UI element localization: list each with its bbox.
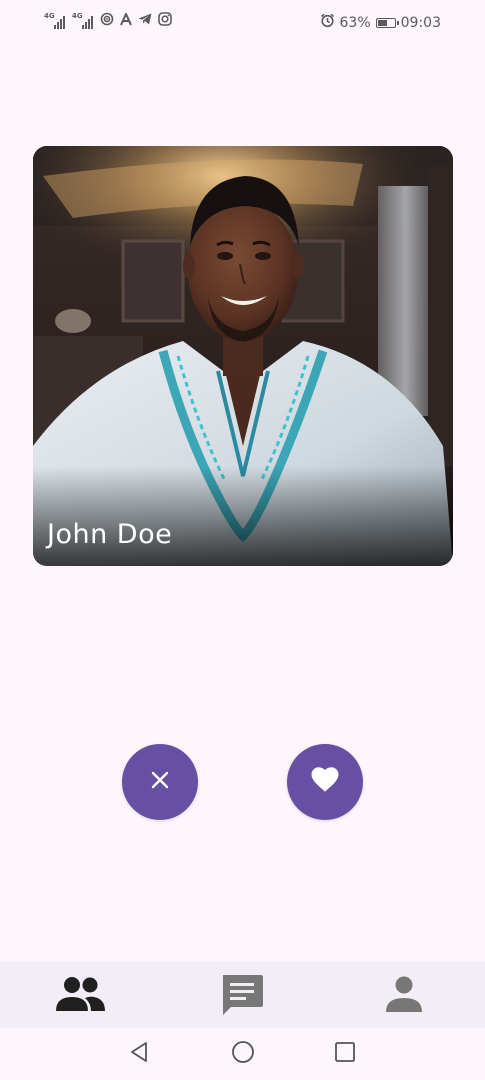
- battery-percent: 63%: [339, 14, 371, 31]
- person-icon: [385, 975, 423, 1018]
- network-type-label: 4G: [72, 12, 83, 20]
- a-icon: [120, 11, 132, 30]
- profile-name: John Doe: [47, 519, 173, 550]
- back-button[interactable]: [125, 1040, 153, 1068]
- profile-card[interactable]: John Doe: [33, 146, 453, 566]
- status-right: 63% 09:03: [320, 13, 441, 32]
- chat-icon: [219, 971, 265, 1022]
- hotspot-icon: [100, 12, 114, 30]
- dislike-button[interactable]: [122, 744, 198, 820]
- battery-icon: [375, 17, 399, 28]
- nav-item-chat[interactable]: [212, 970, 272, 1022]
- alarm-icon: [320, 13, 335, 32]
- signal-icon: 4G: [72, 13, 94, 29]
- status-left: 4G 4G: [44, 11, 172, 30]
- back-icon: [128, 1041, 150, 1068]
- instagram-icon: [158, 12, 172, 30]
- nav-item-people[interactable]: [50, 970, 110, 1022]
- telegram-icon: [138, 13, 152, 29]
- clock: 09:03: [400, 14, 441, 31]
- signal-icon: 4G: [44, 13, 66, 29]
- network-type-label: 4G: [44, 12, 55, 20]
- like-button[interactable]: [287, 744, 363, 820]
- recents-icon: [334, 1041, 356, 1068]
- heart-icon: [310, 766, 340, 798]
- close-icon: [150, 770, 170, 795]
- people-icon: [54, 976, 106, 1017]
- system-navigation: [0, 1028, 485, 1080]
- home-button[interactable]: [229, 1040, 257, 1068]
- nav-item-profile[interactable]: [374, 970, 434, 1022]
- recents-button[interactable]: [331, 1040, 359, 1068]
- profile-photo: [33, 146, 453, 566]
- bottom-navigation: [0, 962, 485, 1028]
- status-bar: 4G 4G 63% 09:03: [0, 0, 485, 46]
- home-icon: [231, 1040, 255, 1069]
